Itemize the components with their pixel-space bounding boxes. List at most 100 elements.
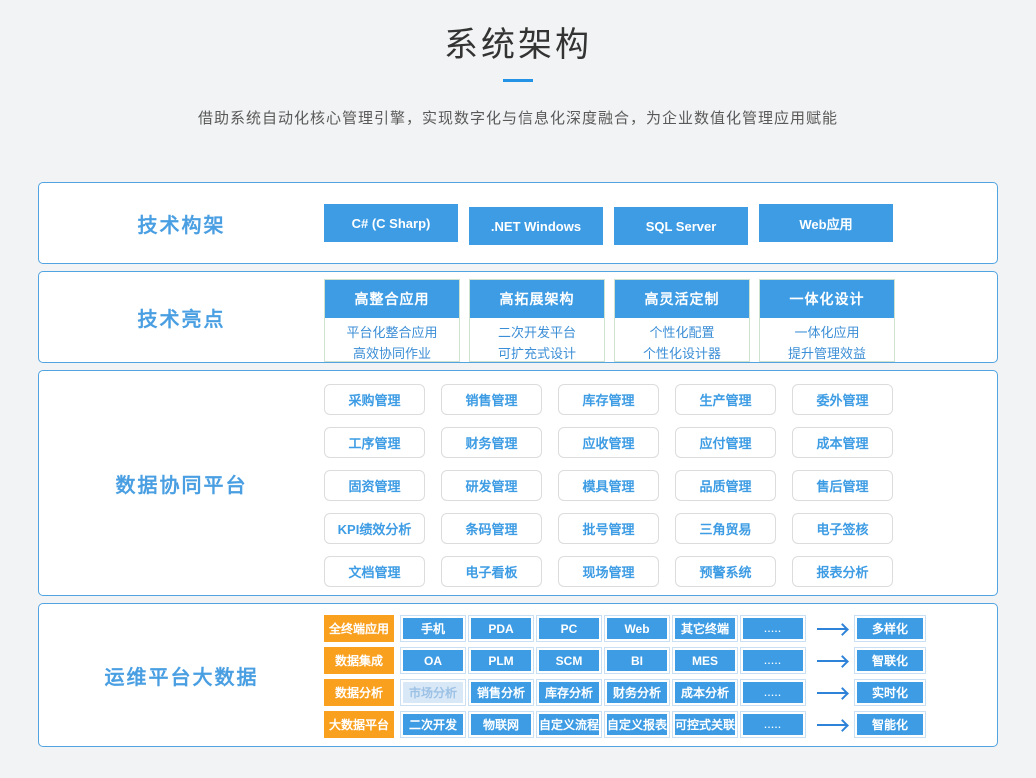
flow-item[interactable]: PC [537, 616, 601, 641]
flow-item-ellipsis: ..... [741, 648, 805, 673]
right-arrow-icon [817, 628, 847, 630]
page-subtitle: 借助系统自动化核心管理引擎，实现数字化与信息化深度融合，为企业数值化管理应用赋能 [0, 107, 1036, 128]
hero-header: 系统架构 借助系统自动化核心管理引擎，实现数字化与信息化深度融合，为企业数值化管… [0, 0, 1036, 128]
tech-stack-button-web[interactable]: Web应用 [759, 204, 893, 242]
highlight-card-line: 高效协同作业 [325, 343, 459, 364]
tech-stack-button-dotnet[interactable]: .NET Windows [469, 207, 603, 245]
panels-container: 技术构架 C# (C Sharp) .NET Windows SQL Serve… [38, 182, 998, 747]
flow-category-badge: 数据分析 [324, 679, 394, 706]
module-chip[interactable]: 售后管理 [792, 470, 893, 501]
module-chip[interactable]: 成本管理 [792, 427, 893, 458]
flow-item[interactable]: PLM [469, 648, 533, 673]
module-chip[interactable]: 现场管理 [558, 556, 659, 587]
panel-tech-stack-label: 技术构架 [39, 183, 324, 263]
title-underline [503, 79, 533, 82]
module-chip[interactable]: 电子看板 [441, 556, 542, 587]
module-chip[interactable]: 应收管理 [558, 427, 659, 458]
module-chip[interactable]: 批号管理 [558, 513, 659, 544]
highlight-card-line: 个性化设计器 [615, 343, 749, 364]
flow-item[interactable]: 库存分析 [537, 680, 601, 705]
panel-collaboration: 数据协同平台 采购管理 销售管理 库存管理 生产管理 委外管理 工序管理 财务管… [38, 370, 998, 596]
panel-bigdata-label: 运维平台大数据 [39, 604, 324, 746]
module-chip[interactable]: 委外管理 [792, 384, 893, 415]
module-chip[interactable]: 库存管理 [558, 384, 659, 415]
highlight-card-title: 高灵活定制 [615, 280, 749, 318]
flow-row-integration: 数据集成 OA PLM SCM BI MES ..... 智联化 [324, 647, 997, 674]
flow-item[interactable]: 自定义流程 [537, 712, 601, 737]
panel-bigdata-body: 全终端应用 手机 PDA PC Web 其它终端 ..... 多样化 数据集成 … [324, 604, 997, 746]
module-chip[interactable]: 条码管理 [441, 513, 542, 544]
module-chip[interactable]: 生产管理 [675, 384, 776, 415]
flow-item[interactable]: 销售分析 [469, 680, 533, 705]
highlight-card-integration: 高整合应用 平台化整合应用 高效协同作业 [324, 279, 460, 362]
highlight-card-flexibility: 高灵活定制 个性化配置 个性化设计器 [614, 279, 750, 362]
highlight-card-unified: 一体化设计 一体化应用 提升管理效益 [759, 279, 895, 362]
panel-highlights: 技术亮点 高整合应用 平台化整合应用 高效协同作业 高拓展架构 二次开发平台 可… [38, 271, 998, 363]
module-chip[interactable]: 采购管理 [324, 384, 425, 415]
highlight-card-line: 一体化应用 [760, 322, 894, 343]
module-chip[interactable]: 文档管理 [324, 556, 425, 587]
flow-result-badge: 实时化 [855, 680, 925, 705]
highlight-card-line: 二次开发平台 [470, 322, 604, 343]
highlight-card-line: 可扩充式设计 [470, 343, 604, 364]
module-chip[interactable]: 电子签核 [792, 513, 893, 544]
flow-result-badge: 多样化 [855, 616, 925, 641]
panel-tech-stack-body: C# (C Sharp) .NET Windows SQL Server Web… [324, 183, 997, 263]
highlight-card-title: 高拓展架构 [470, 280, 604, 318]
panel-collaboration-label: 数据协同平台 [39, 371, 324, 595]
flow-item[interactable]: 二次开发 [401, 712, 465, 737]
flow-result-badge: 智联化 [855, 648, 925, 673]
module-chip[interactable]: 销售管理 [441, 384, 542, 415]
module-chip[interactable]: 品质管理 [675, 470, 776, 501]
panel-highlights-label: 技术亮点 [39, 272, 324, 362]
flow-result-badge: 智能化 [855, 712, 925, 737]
flow-item[interactable]: PDA [469, 616, 533, 641]
system-architecture-page: 系统架构 借助系统自动化核心管理引擎，实现数字化与信息化深度融合，为企业数值化管… [0, 0, 1036, 778]
module-grid: 采购管理 销售管理 库存管理 生产管理 委外管理 工序管理 财务管理 应收管理 … [324, 384, 997, 587]
highlight-card-title: 一体化设计 [760, 280, 894, 318]
highlight-card-line: 平台化整合应用 [325, 322, 459, 343]
flow-item[interactable]: 可控式关联 [673, 712, 737, 737]
flow-row-analysis: 数据分析 市场分析 销售分析 库存分析 财务分析 成本分析 ..... 实时化 [324, 679, 997, 706]
highlight-card-line: 个性化配置 [615, 322, 749, 343]
module-chip[interactable]: 研发管理 [441, 470, 542, 501]
flow-item[interactable]: 成本分析 [673, 680, 737, 705]
module-chip[interactable]: 预警系统 [675, 556, 776, 587]
right-arrow-icon [817, 660, 847, 662]
right-arrow-icon [817, 692, 847, 694]
tech-stack-button-csharp[interactable]: C# (C Sharp) [324, 204, 458, 242]
highlight-card-extensibility: 高拓展架构 二次开发平台 可扩充式设计 [469, 279, 605, 362]
module-chip[interactable]: 三角贸易 [675, 513, 776, 544]
flow-item[interactable]: 手机 [401, 616, 465, 641]
flow-category-badge: 全终端应用 [324, 615, 394, 642]
flow-item[interactable]: OA [401, 648, 465, 673]
module-chip[interactable]: 模具管理 [558, 470, 659, 501]
panel-highlights-body: 高整合应用 平台化整合应用 高效协同作业 高拓展架构 二次开发平台 可扩充式设计… [324, 272, 997, 362]
flow-item[interactable]: 市场分析 [401, 680, 465, 705]
panel-tech-stack: 技术构架 C# (C Sharp) .NET Windows SQL Serve… [38, 182, 998, 264]
module-chip[interactable]: 财务管理 [441, 427, 542, 458]
flow-item[interactable]: BI [605, 648, 669, 673]
flow-item-ellipsis: ..... [741, 680, 805, 705]
flow-item[interactable]: MES [673, 648, 737, 673]
flow-item[interactable]: 其它终端 [673, 616, 737, 641]
module-chip[interactable]: 应付管理 [675, 427, 776, 458]
panel-bigdata: 运维平台大数据 全终端应用 手机 PDA PC Web 其它终端 ..... 多… [38, 603, 998, 747]
flow-item[interactable]: 自定义报表 [605, 712, 669, 737]
flow-category-badge: 数据集成 [324, 647, 394, 674]
flow-row-platform: 大数据平台 二次开发 物联网 自定义流程 自定义报表 可控式关联 ..... 智… [324, 711, 997, 738]
panel-collaboration-body: 采购管理 销售管理 库存管理 生产管理 委外管理 工序管理 财务管理 应收管理 … [324, 371, 997, 595]
highlight-card-line: 提升管理效益 [760, 343, 894, 364]
flow-item[interactable]: SCM [537, 648, 601, 673]
tech-stack-button-sqlserver[interactable]: SQL Server [614, 207, 748, 245]
module-chip[interactable]: 报表分析 [792, 556, 893, 587]
flow-item[interactable]: 财务分析 [605, 680, 669, 705]
flow-category-badge: 大数据平台 [324, 711, 394, 738]
flow-item-ellipsis: ..... [741, 616, 805, 641]
flow-item[interactable]: Web [605, 616, 669, 641]
flow-item[interactable]: 物联网 [469, 712, 533, 737]
page-title: 系统架构 [0, 24, 1036, 66]
module-chip[interactable]: KPI绩效分析 [324, 513, 425, 544]
module-chip[interactable]: 固资管理 [324, 470, 425, 501]
module-chip[interactable]: 工序管理 [324, 427, 425, 458]
